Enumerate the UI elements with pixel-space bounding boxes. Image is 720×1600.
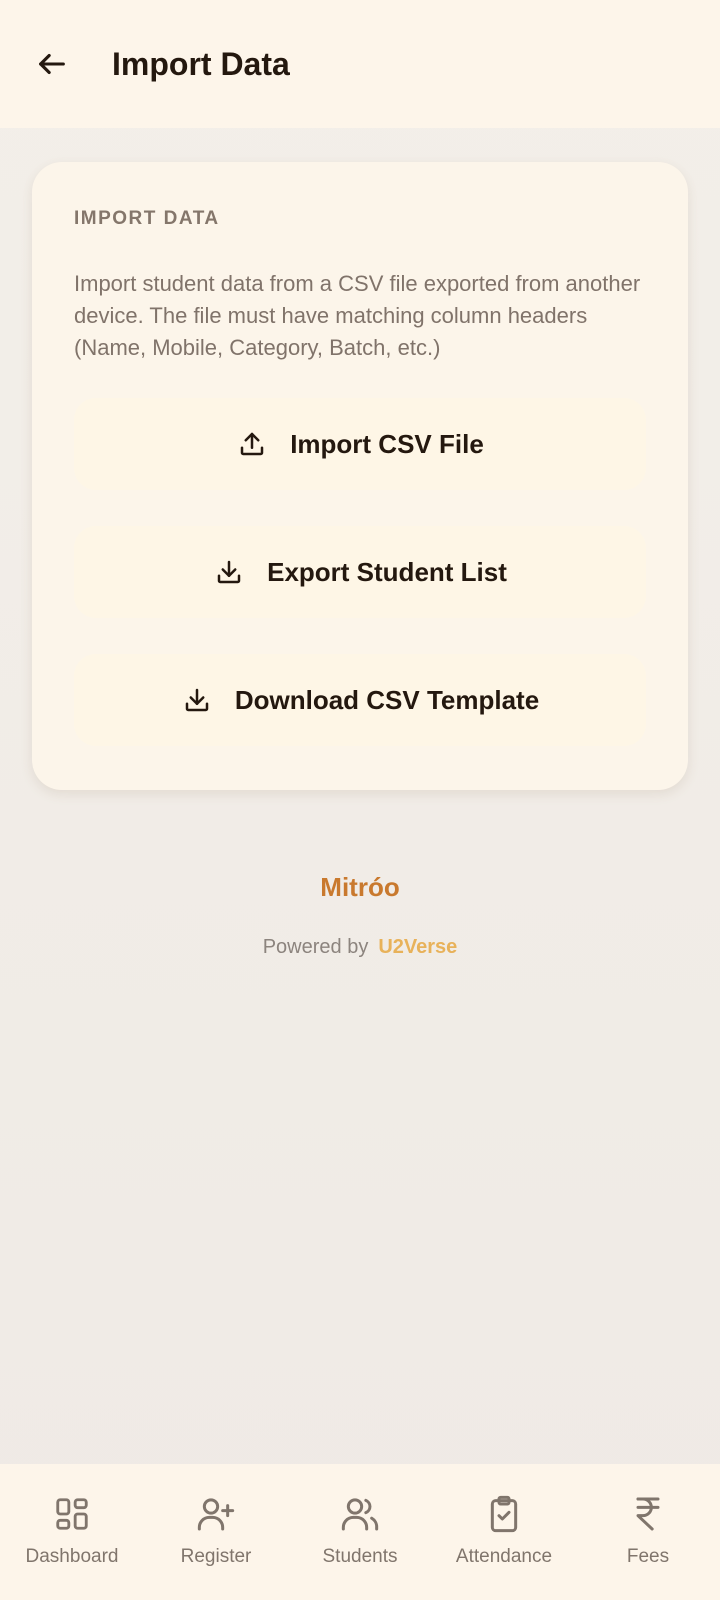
export-student-list-button[interactable]: Export Student List (74, 526, 646, 618)
nav-label-fees: Fees (626, 1546, 670, 1567)
nav-item-attendance[interactable]: Attendance (432, 1464, 576, 1600)
download-csv-template-button[interactable]: Download CSV Template (74, 654, 646, 746)
nav-label-dashboard: Dashboard (25, 1546, 119, 1567)
nav-item-dashboard[interactable]: Dashboard (0, 1464, 144, 1600)
upload-icon (236, 428, 268, 460)
nav-label-register: Register (180, 1546, 252, 1567)
back-button[interactable] (28, 40, 76, 88)
clipboard-check-icon (484, 1494, 524, 1534)
import-csv-button[interactable]: Import CSV File (74, 398, 646, 490)
nav-item-register[interactable]: Register (144, 1464, 288, 1600)
bottom-nav: Dashboard Register Students Attendance F… (0, 1464, 720, 1600)
nav-item-students[interactable]: Students (288, 1464, 432, 1600)
user-plus-icon (196, 1494, 236, 1534)
download-icon (181, 684, 213, 716)
company-link[interactable]: U2Verse (378, 936, 457, 958)
import-card: IMPORT DATA Import student data from a C… (32, 162, 688, 790)
powered-by-label: Powered by (262, 936, 369, 958)
nav-label-attendance: Attendance (455, 1546, 553, 1567)
powered-by: Powered by U2Verse (0, 936, 720, 959)
brand-name: Mitróo (320, 872, 400, 902)
card-description: Import student data from a CSV file expo… (74, 271, 641, 360)
nav-item-fees[interactable]: Fees (576, 1464, 720, 1600)
rupee-icon (628, 1494, 668, 1534)
app-bar: Import Data (0, 0, 720, 128)
import-csv-label: Import CSV File (290, 428, 484, 459)
page-title: Import Data (112, 46, 290, 82)
export-student-list-label: Export Student List (267, 556, 507, 587)
users-icon (340, 1494, 380, 1534)
nav-label-students: Students (322, 1546, 398, 1567)
grid-icon (52, 1494, 92, 1534)
arrow-left-icon (39, 53, 65, 75)
download-icon (213, 556, 245, 588)
card-heading: IMPORT DATA (74, 208, 220, 229)
download-csv-template-label: Download CSV Template (234, 684, 540, 715)
